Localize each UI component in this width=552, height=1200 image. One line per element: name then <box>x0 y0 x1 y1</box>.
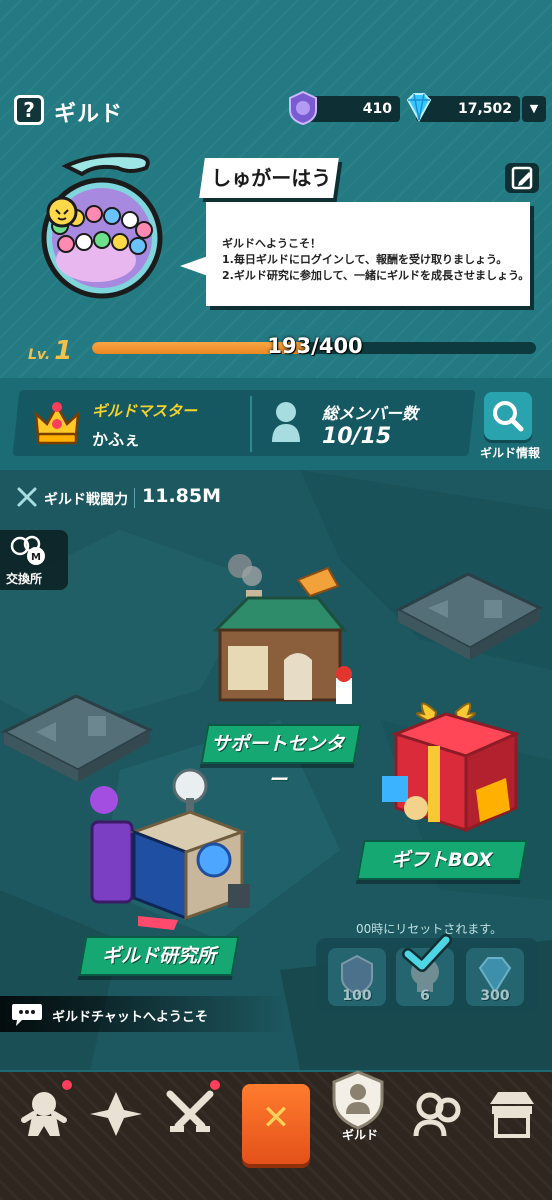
member-icon <box>272 402 300 442</box>
empty-plot-right[interactable] <box>388 560 548 670</box>
nav-cookie-icon[interactable] <box>14 1084 74 1144</box>
exchange-label: 交換所 <box>6 572 43 586</box>
nav-friends-icon[interactable] <box>408 1084 468 1144</box>
nav-shop-icon[interactable] <box>482 1084 542 1144</box>
check-icon <box>402 934 452 972</box>
research-lab-label-text: ギルド研究所 <box>101 945 216 967</box>
page-title: ギルド <box>54 102 124 127</box>
reward-item-gem[interactable]: 300 <box>466 948 524 1006</box>
welcome-line: ギルドへようこそ！ <box>222 237 321 250</box>
guild-chat-text: ギルドチャットへようこそ <box>52 1010 208 1025</box>
crown-icon <box>34 402 80 445</box>
guild-name-banner: しゅがーはうす <box>199 158 339 230</box>
magnifier-icon <box>493 401 524 432</box>
reward-amount: 100 <box>342 988 372 1004</box>
level-prefix: Lv. <box>28 347 51 363</box>
medal-count: 410 <box>362 101 392 117</box>
level-number: 1 <box>54 336 73 366</box>
welcome-bubble-tail <box>180 256 208 276</box>
gift-box-label[interactable]: ギフトBOX <box>356 840 528 880</box>
guild-info-label: ギルド情報 <box>479 446 540 460</box>
nav-battle-swords-icon[interactable] <box>160 1084 220 1144</box>
close-icon: ✕ <box>261 1098 291 1138</box>
guild-info-button-face <box>484 392 532 440</box>
research-lab-building[interactable] <box>78 768 258 936</box>
total-members-label: 総メンバー数 <box>322 404 419 423</box>
gem-currency[interactable]: 17,502 <box>406 93 520 123</box>
nav-treasure-icon[interactable] <box>86 1084 146 1144</box>
exchange-button[interactable]: M 交換所 <box>0 530 68 590</box>
guild-emblem <box>41 153 163 299</box>
notification-badge <box>208 1078 222 1092</box>
welcome-message-box: ギルドへようこそ！ 1.毎日ギルドにログインして、報酬を受け取りましょう。 2.… <box>206 202 530 306</box>
welcome-line: 2.ギルド研究に参加して、一緒にギルドを成長させましょう。 <box>222 269 530 282</box>
nav-guild-shield-icon[interactable] <box>326 1068 390 1132</box>
guild-level: Lv. 1 <box>28 336 72 366</box>
notification-badge <box>60 1078 74 1092</box>
chat-bubble-icon <box>12 1004 42 1026</box>
currency-dropdown-button[interactable]: ▼ <box>522 96 546 122</box>
reward-item-medal[interactable]: 100 <box>328 948 386 1006</box>
gem-count: 17,502 <box>457 101 512 117</box>
welcome-message: ギルドへようこそ！ 1.毎日ギルドにログインして、報酬を受け取りましょう。 2.… <box>222 236 529 284</box>
guild-power-value: 11.85M <box>142 485 222 507</box>
pencil-icon <box>511 166 533 190</box>
guild-master-label: ギルドマスター <box>92 402 198 420</box>
edit-guild-button[interactable] <box>505 163 539 193</box>
guild-power-separator <box>134 488 135 508</box>
welcome-line: 1.毎日ギルドにログインして、報酬を受け取りましょう。 <box>222 253 508 266</box>
caret-down-icon: ▼ <box>529 102 539 115</box>
guild-master-name: かふぇ <box>92 430 141 449</box>
reward-amount: 6 <box>420 988 430 1004</box>
support-center-building[interactable] <box>198 550 368 720</box>
total-members-value: 10/15 <box>322 424 392 449</box>
research-lab-label[interactable]: ギルド研究所 <box>78 936 240 976</box>
reward-amount: 300 <box>480 988 510 1004</box>
crossed-swords-icon <box>17 487 37 507</box>
guild-info-button[interactable]: ギルド情報 <box>472 388 548 464</box>
close-menu-button[interactable]: ✕ <box>242 1084 310 1164</box>
guild-power-label: ギルド戦闘力 <box>44 492 128 508</box>
help-button[interactable]: ? <box>14 95 44 125</box>
gift-box-building[interactable] <box>376 690 536 840</box>
gem-icon <box>406 93 432 123</box>
info-divider <box>250 396 252 452</box>
gift-box-label-text: ギフトBOX <box>391 849 493 871</box>
support-center-label[interactable]: サポートセンター <box>200 724 362 791</box>
nav-guild-label: ギルド <box>341 1128 378 1142</box>
medal-currency[interactable]: 410 <box>289 90 400 126</box>
svg-text:M: M <box>31 552 41 563</box>
medal-icon <box>289 90 317 126</box>
exchange-icon: M <box>10 535 45 565</box>
xp-text: 193/400 <box>267 334 363 358</box>
